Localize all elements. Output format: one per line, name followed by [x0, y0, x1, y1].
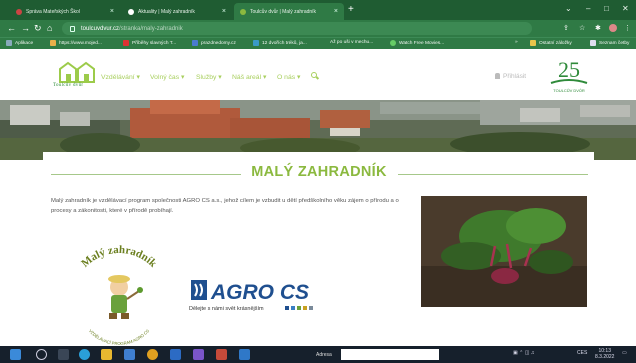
teams-icon[interactable]: [193, 349, 204, 360]
mz-logo-bottom-text: VZDĚLÁVACÍ PROGRAM AGRO CS: [88, 328, 150, 346]
close-icon[interactable]: ×: [110, 8, 114, 15]
tab-sprava-ms[interactable]: Správa Mateřských Škol ×: [10, 3, 120, 20]
bookmark-movies[interactable]: Watch Free Movies...: [390, 40, 444, 46]
mz-logo-top-text: Malý zahradník: [79, 244, 159, 271]
bookmark-prazdnedomy[interactable]: prazdnedomy.cz: [192, 40, 236, 46]
bookmark-mechu[interactable]: Až po uši v mechu...: [330, 40, 373, 45]
tab-label: Správa Mateřských Škol: [26, 8, 80, 15]
apps-icon: [6, 40, 12, 46]
taskbar-address-label: Adresa: [316, 352, 332, 358]
tab-aktuality[interactable]: Aktuality | Malý zahradník ×: [122, 3, 232, 20]
back-arrow-icon[interactable]: ←: [7, 23, 16, 33]
share-icon[interactable]: ⇪: [563, 24, 569, 32]
tab-favicon-icon: [128, 8, 134, 15]
lock-icon: [495, 73, 500, 79]
logo-icon[interactable]: [58, 61, 96, 83]
page-description: Malý zahradník je vzdělávací program spo…: [51, 198, 399, 214]
login-link[interactable]: Přihlásit: [503, 73, 526, 80]
bookmark-favicon-icon: [50, 40, 56, 46]
agro-name: AGRO CS: [210, 281, 309, 304]
chrome-icon[interactable]: [147, 349, 158, 360]
url-field[interactable]: toulcuvdvur.cz /stranka/maly-zahradnik: [62, 22, 532, 35]
agro-slogan: Dělejte s námi svět krásnějším: [189, 306, 264, 312]
nav-vzdelavani[interactable]: Vzdělávání ▾: [101, 73, 140, 81]
word-icon[interactable]: [239, 349, 250, 360]
outlook-icon[interactable]: [170, 349, 181, 360]
beetroot-photo: [421, 196, 587, 307]
bookmark-triku[interactable]: 12 dvořích tréků, ja...: [253, 40, 307, 46]
tray-icons[interactable]: ▣ ⌃ ◫ ♫: [513, 350, 535, 356]
maximize-button[interactable]: □: [604, 4, 609, 13]
menu-icon[interactable]: ⋮: [624, 24, 631, 32]
agro-cs-logo: AGRO CS Dělejte s námi svět krásnějším: [189, 280, 313, 312]
store-icon[interactable]: [124, 349, 135, 360]
page-title: MALÝ ZAHRADNÍK: [251, 164, 387, 180]
svg-text:VZDĚLÁVACÍ PROGRAM AGRO CS: VZDĚLÁVACÍ PROGRAM AGRO CS: [88, 328, 150, 346]
tab-maly-zahradnik[interactable]: Toulcův dvůr | Malý zahradník ×: [234, 3, 344, 20]
maly-zahradnik-logo: Malý zahradník VZDĚLÁVACÍ PROGRAM AGRO C…: [51, 229, 187, 347]
anniversary-number: 25: [558, 57, 580, 82]
tab-label: Toulcův dvůr | Malý zahradník: [250, 8, 317, 15]
folder-icon: [530, 40, 536, 46]
extensions-icon[interactable]: ✱: [595, 24, 601, 32]
clock[interactable]: 10:13 8.3.2022: [595, 348, 614, 360]
anniversary-text: TOULCŮV DVŮR: [553, 88, 585, 93]
hero-aerial-image: [0, 100, 636, 160]
address-bar-row: ← → ↻ ⌂ toulcuvdvur.cz /stranka/maly-zah…: [0, 20, 636, 37]
new-tab-button[interactable]: +: [348, 5, 354, 15]
bookmark-favicon-icon: [192, 40, 198, 46]
windows-start-icon[interactable]: [10, 349, 21, 360]
taskbar-address-input[interactable]: [341, 349, 439, 360]
notifications-icon[interactable]: ▭: [622, 350, 627, 356]
app-icon[interactable]: [216, 349, 227, 360]
bookmarks-bar: Aplikace https://www.mojed... Příběhy sl…: [0, 37, 636, 49]
close-window-button[interactable]: ✕: [622, 4, 629, 13]
forward-arrow-icon[interactable]: →: [21, 23, 30, 33]
reload-icon[interactable]: ↻: [34, 23, 42, 33]
svg-text:Malý zahradník: Malý zahradník: [79, 244, 159, 271]
bookmark-pribehy[interactable]: Příběhy slavných T...: [123, 40, 176, 46]
reading-list-icon: [590, 40, 596, 46]
tab-favicon-icon: [240, 8, 246, 15]
avatar[interactable]: [609, 24, 617, 32]
more-bookmarks-icon[interactable]: »: [515, 40, 518, 45]
search-icon[interactable]: [36, 349, 47, 360]
anniversary-logo: 25 TOULCŮV DVŮR: [550, 57, 588, 93]
bookmark-other[interactable]: Ostatní záložky: [530, 40, 572, 46]
chevron-down-icon[interactable]: ⌄: [565, 4, 572, 13]
browser-tab-strip: Správa Mateřských Škol × Aktuality | Mal…: [0, 0, 636, 20]
nav-o-nas[interactable]: O nás ▾: [277, 73, 300, 81]
logo-text[interactable]: Toulcův dvůr: [53, 83, 83, 88]
tab-favicon-icon: [16, 8, 22, 15]
nav-volny-cas[interactable]: Volný čas ▾: [150, 73, 184, 81]
home-icon[interactable]: ⌂: [47, 23, 52, 33]
url-host: toulcuvdvur.cz: [81, 25, 120, 32]
bookmark-favicon-icon: [253, 40, 259, 46]
explorer-icon[interactable]: [101, 349, 112, 360]
star-icon[interactable]: ☆: [579, 24, 585, 32]
edge-icon[interactable]: [79, 349, 90, 360]
bookmark-favicon-icon: [390, 40, 396, 46]
nav-nas-areal[interactable]: Náš areál ▾: [232, 73, 266, 81]
search-icon[interactable]: [311, 72, 317, 78]
bookmark-favicon-icon: [123, 40, 129, 46]
close-icon[interactable]: ×: [222, 8, 226, 15]
bookmark-apps[interactable]: Aplikace: [6, 40, 33, 46]
lock-icon: [70, 25, 75, 32]
bookmark-reading-list[interactable]: Seznam četby: [590, 40, 629, 46]
close-icon[interactable]: ×: [334, 8, 338, 15]
clock-date: 8.3.2022: [595, 354, 615, 360]
task-view-icon[interactable]: [58, 349, 69, 360]
bookmark-mojed[interactable]: https://www.mojed...: [50, 40, 102, 46]
tab-label: Aktuality | Malý zahradník: [138, 8, 195, 15]
url-path: /stranka/maly-zahradnik: [119, 25, 183, 32]
minimize-button[interactable]: –: [586, 4, 590, 13]
nav-sluzby[interactable]: Služby ▾: [196, 73, 222, 81]
language-indicator[interactable]: CES: [577, 350, 587, 356]
